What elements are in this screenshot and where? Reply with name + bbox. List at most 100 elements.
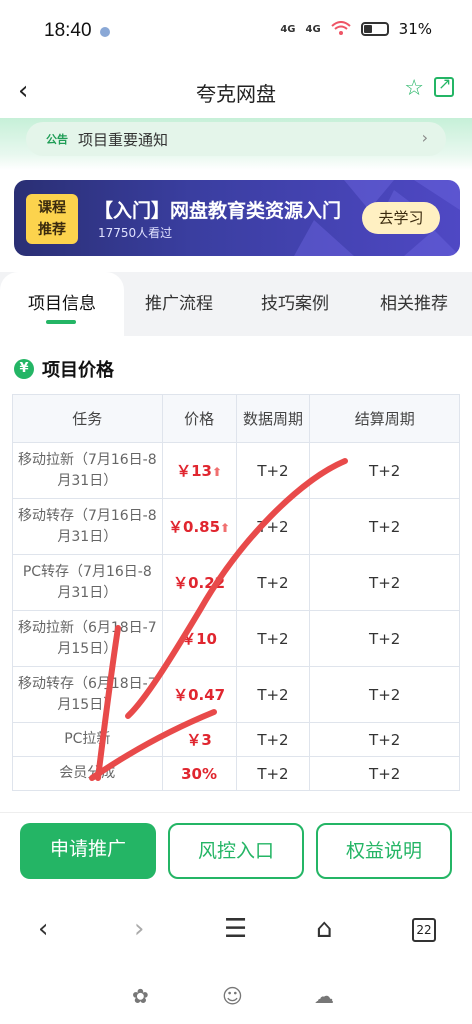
tab-label: 技巧案例 — [261, 294, 329, 314]
banner-title: 【入门】网盘教育类资源入门 — [94, 200, 342, 222]
price-cell: ￥13⬆ — [161, 442, 237, 499]
menu-icon[interactable]: ☰ — [224, 914, 247, 944]
settle-cycle-cell: T+2 — [309, 554, 460, 611]
action-bar: 申请推广 风控入口 权益说明 — [0, 812, 472, 894]
app-header: ‹ 夸克网盘 ☆ — [0, 64, 472, 118]
settle-cycle-cell: T+2 — [309, 756, 460, 791]
status-indicators: 4G 4G 31% — [280, 20, 432, 38]
table-row: 移动拉新（7月16日-8月31日） ￥13⬆ T+2 T+2 — [12, 442, 460, 499]
settle-cycle-cell: T+2 — [309, 722, 460, 757]
chat-icon[interactable]: ☁ — [314, 984, 334, 1008]
data-cycle-cell: T+2 — [235, 756, 311, 791]
task-cell: 移动拉新（6月18日-7月15日） — [12, 610, 163, 667]
price-value: ￥13 — [176, 462, 212, 480]
price-cell: ￥3 — [161, 722, 237, 757]
tab-promotion-flow[interactable]: 推广流程 — [124, 272, 234, 336]
tag-line-2: 推荐 — [38, 222, 66, 238]
price-cell: ￥0.22 — [161, 554, 237, 611]
settle-cycle-cell: T+2 — [309, 666, 460, 723]
header-task: 任务 — [12, 394, 163, 443]
bottom-shortcuts: ✿ ☺ ☁ — [0, 976, 472, 1016]
apply-promotion-button[interactable]: 申请推广 — [20, 823, 156, 879]
app-notification-icon — [100, 27, 110, 37]
notice-text: 项目重要通知 — [78, 131, 169, 149]
task-cell: 移动拉新（7月16日-8月31日） — [12, 442, 163, 499]
tab-bar: 项目信息 推广流程 技巧案例 相关推荐 — [0, 272, 472, 336]
task-cell: 移动转存（6月18日-7月15日） — [12, 666, 163, 723]
banner-view-count: 17750人看过 — [98, 226, 173, 240]
section-heading: ¥ 项目价格 — [14, 356, 114, 382]
table-row: PC拉新 ￥3 T+2 T+2 — [12, 722, 460, 757]
tab-project-info[interactable]: 项目信息 — [0, 272, 124, 336]
rights-description-button[interactable]: 权益说明 — [316, 823, 452, 879]
data-cycle-cell: T+2 — [235, 554, 311, 611]
price-cell: 30% — [161, 756, 237, 791]
price-value: ￥10 — [181, 630, 217, 648]
task-cell: PC转存（7月16日-8月31日） — [12, 554, 163, 611]
price-cell: ￥10 — [161, 610, 237, 667]
share-icon[interactable] — [434, 74, 454, 97]
course-banner[interactable]: 课程 推荐 【入门】网盘教育类资源入门 17750人看过 去学习 — [14, 180, 460, 256]
header-price: 价格 — [161, 394, 237, 443]
browser-forward-icon[interactable]: › — [134, 914, 144, 944]
table-row: 移动转存（7月16日-8月31日） ￥0.85⬆ T+2 T+2 — [12, 498, 460, 555]
data-cycle-cell: T+2 — [235, 498, 311, 555]
table-header-row: 任务 价格 数据周期 结算周期 — [12, 394, 460, 443]
course-recommend-tag: 课程 推荐 — [26, 194, 78, 244]
signal-icon-2: 4G — [305, 23, 321, 35]
section-title: 项目价格 — [42, 360, 114, 381]
status-time: 18:40 — [44, 20, 92, 41]
data-cycle-cell: T+2 — [235, 666, 311, 723]
task-cell: PC拉新 — [12, 722, 163, 757]
price-value: 30% — [181, 764, 218, 783]
table-row: PC转存（7月16日-8月31日） ￥0.22 T+2 T+2 — [12, 554, 460, 611]
price-up-icon: ⬆ — [211, 465, 223, 479]
signal-icon-1: 4G — [280, 23, 296, 35]
price-up-icon: ⬆ — [220, 521, 231, 535]
data-cycle-cell: T+2 — [235, 722, 311, 757]
price-value: ￥0.47 — [173, 686, 226, 704]
table-row: 会员分成 30% T+2 T+2 — [12, 756, 460, 791]
wifi-icon — [330, 20, 351, 38]
price-value: ￥3 — [186, 731, 212, 749]
battery-level: 31% — [398, 20, 432, 38]
notice-tag: 公告 — [46, 133, 68, 146]
settle-cycle-cell: T+2 — [309, 610, 460, 667]
browser-toolbar: ‹ › ☰ ⌂ — [0, 896, 472, 966]
settle-cycle-cell: T+2 — [309, 498, 460, 555]
tab-label: 项目信息 — [28, 294, 96, 314]
header-data-cycle: 数据周期 — [235, 394, 311, 443]
pet-icon[interactable]: ☺ — [222, 984, 243, 1008]
page-title: 夸克网盘 — [196, 82, 276, 106]
yen-icon: ¥ — [14, 359, 34, 379]
tab-active-indicator — [46, 320, 76, 324]
data-cycle-cell: T+2 — [235, 442, 311, 499]
header-settle-cycle: 结算周期 — [309, 394, 460, 443]
notice-bar[interactable]: 公告 项目重要通知 › — [26, 122, 446, 156]
risk-control-button[interactable]: 风控入口 — [168, 823, 304, 879]
status-bar: 18:40 4G 4G 31% — [0, 0, 472, 64]
data-cycle-cell: T+2 — [235, 610, 311, 667]
chevron-right-icon: › — [421, 128, 428, 147]
price-table: 任务 价格 数据周期 结算周期 移动拉新（7月16日-8月31日） ￥13⬆ T+2… — [12, 394, 460, 791]
task-cell: 会员分成 — [12, 756, 163, 791]
tab-label: 推广流程 — [145, 294, 213, 314]
go-learn-button[interactable]: 去学习 — [362, 202, 440, 234]
table-row: 移动转存（6月18日-7月15日） ￥0.47 T+2 T+2 — [12, 666, 460, 723]
price-value: ￥0.85 — [168, 518, 221, 536]
settle-cycle-cell: T+2 — [309, 442, 460, 499]
tab-count-icon[interactable]: 22 — [412, 918, 436, 942]
tab-tips-cases[interactable]: 技巧案例 — [240, 272, 350, 336]
tag-line-1: 课程 — [38, 200, 66, 216]
clover-icon[interactable]: ✿ — [132, 984, 149, 1008]
home-icon[interactable]: ⌂ — [316, 914, 333, 944]
tab-label: 相关推荐 — [380, 294, 448, 314]
price-cell: ￥0.47 — [161, 666, 237, 723]
tab-related[interactable]: 相关推荐 — [356, 272, 472, 336]
browser-back-icon[interactable]: ‹ — [38, 914, 48, 944]
task-cell: 移动转存（7月16日-8月31日） — [12, 498, 163, 555]
price-value: ￥0.22 — [173, 574, 226, 592]
battery-icon — [360, 22, 389, 36]
table-row: 移动拉新（6月18日-7月15日） ￥10 T+2 T+2 — [12, 610, 460, 667]
star-icon[interactable]: ☆ — [404, 76, 424, 101]
